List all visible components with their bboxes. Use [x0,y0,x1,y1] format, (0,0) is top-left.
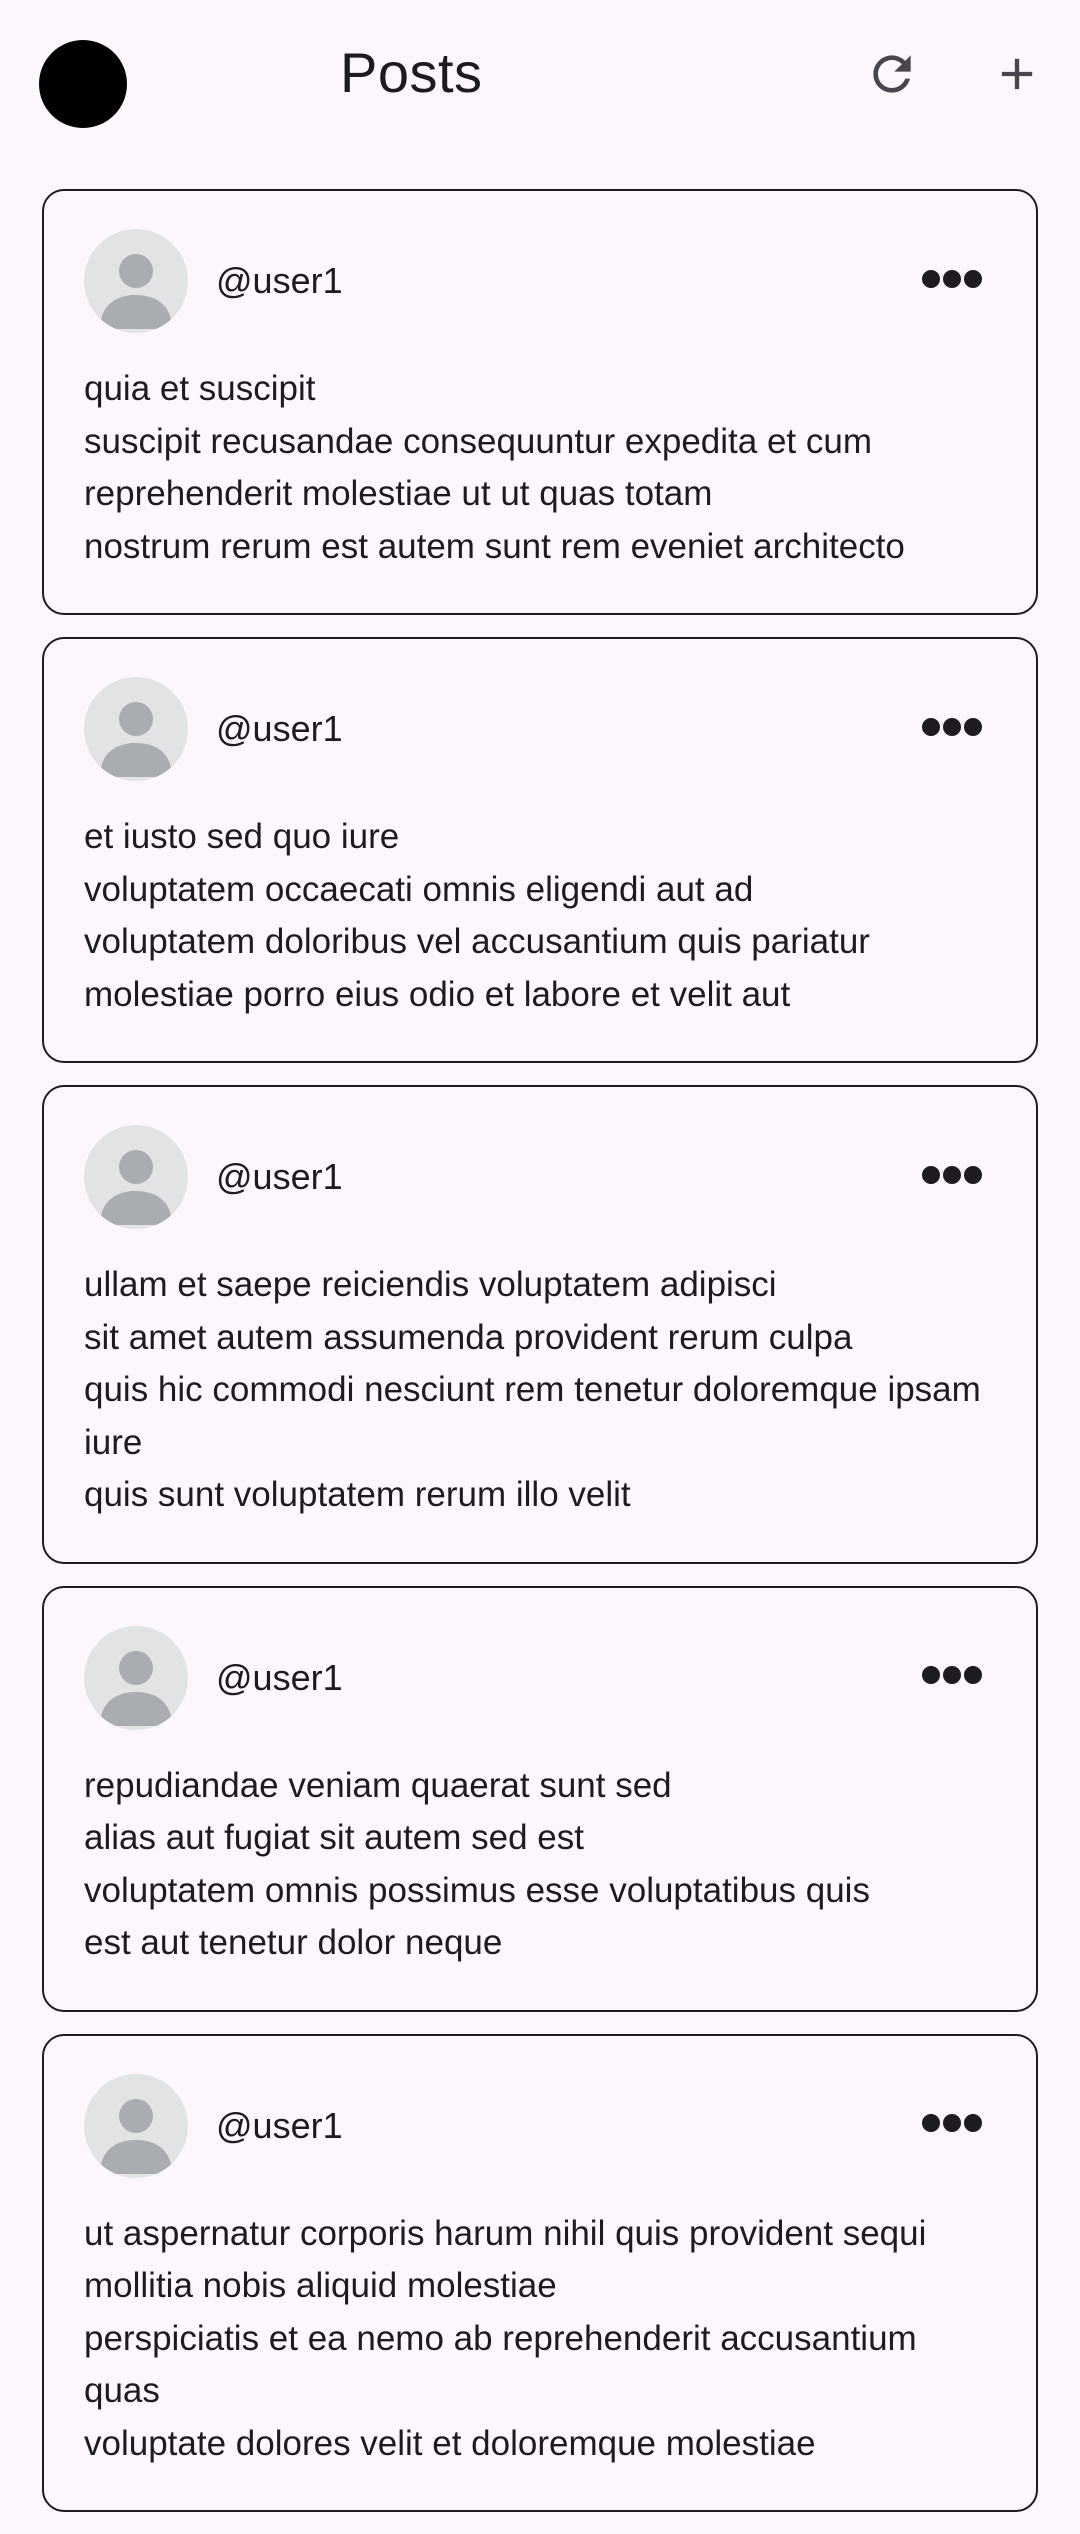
post-username[interactable]: @user1 [216,2104,912,2148]
post-menu-button[interactable] [912,689,992,769]
profile-avatar[interactable] [39,40,127,128]
person-icon [84,2098,188,2178]
more-horiz-icon [921,717,983,742]
post-card[interactable]: @user1 quia et suscipit suscipit recusan… [42,189,1038,615]
post-card[interactable]: @user1 et iusto sed quo iure voluptatem … [42,637,1038,1063]
more-horiz-icon [921,2113,983,2138]
person-icon [84,702,188,781]
more-horiz-icon [921,1665,983,1690]
post-menu-button[interactable] [912,241,992,321]
post-menu-button[interactable] [912,2086,992,2166]
add-post-button[interactable] [977,36,1057,116]
person-icon [84,1650,188,1730]
refresh-button[interactable] [852,36,932,116]
user-avatar[interactable] [84,1625,188,1730]
post-card[interactable]: @user1 repudiandae veniam quaerat sunt s… [42,1585,1038,2012]
user-avatar[interactable] [84,1125,188,1229]
app-bar: Posts [0,0,1080,150]
post-header: @user1 [84,1125,996,1229]
person-icon [84,1150,188,1229]
user-avatar[interactable] [84,677,188,781]
post-username[interactable]: @user1 [216,1155,912,1199]
post-username[interactable]: @user1 [216,707,912,751]
post-menu-button[interactable] [912,1638,992,1718]
add-icon [991,48,1043,105]
page-title: Posts [340,41,483,104]
user-avatar[interactable] [84,229,188,333]
post-body: ullam et saepe reiciendis voluptatem adi… [84,1265,981,1514]
post-header: @user1 [84,229,996,333]
person-icon [84,254,188,333]
more-horiz-icon [921,1165,983,1190]
post-feed: @user1 quia et suscipit suscipit recusan… [42,189,1038,2534]
post-body: quia et suscipit suscipit recusandae con… [84,369,905,566]
post-body: et iusto sed quo iure voluptatem occaeca… [84,817,870,1014]
more-horiz-icon [921,269,983,294]
post-username[interactable]: @user1 [216,259,912,303]
post-header: @user1 [84,677,996,781]
post-body: repudiandae veniam quaerat sunt sed alia… [84,1765,870,1963]
post-card[interactable]: @user1 ullam et saepe reiciendis volupta… [42,1085,1038,1564]
post-menu-button[interactable] [912,1137,992,1217]
post-username[interactable]: @user1 [216,1656,912,1700]
post-header: @user1 [84,2073,996,2178]
post-body: ut aspernatur corporis harum nihil quis … [84,2213,927,2463]
refresh-icon [864,46,920,107]
user-avatar[interactable] [84,2073,188,2178]
post-header: @user1 [84,1625,996,1730]
post-card[interactable]: @user1 ut aspernatur corporis harum nihi… [42,2033,1038,2512]
